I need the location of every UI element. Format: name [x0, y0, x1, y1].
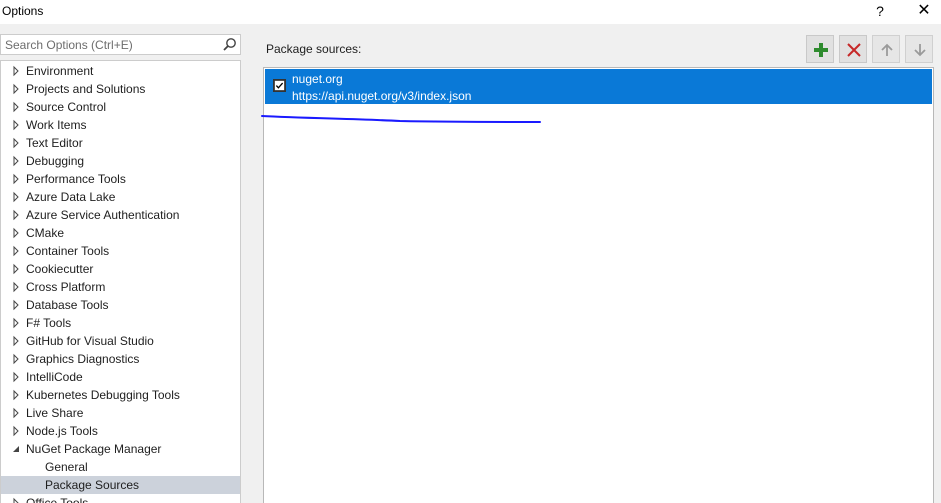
chevron-right-icon[interactable]	[11, 332, 21, 350]
tree-item-label: Projects and Solutions	[26, 82, 146, 96]
tree-item-environment[interactable]: Environment	[1, 62, 240, 80]
x-icon	[847, 43, 861, 57]
chevron-right-icon[interactable]	[11, 80, 21, 98]
tree-item-label: Database Tools	[26, 298, 109, 312]
tree-item-label: Source Control	[26, 100, 107, 114]
tree-item-label: Performance Tools	[26, 172, 126, 186]
move-up-button[interactable]	[872, 35, 900, 63]
chevron-right-icon[interactable]	[11, 404, 21, 422]
source-name: nuget.org	[292, 72, 343, 86]
tree-item-live-share[interactable]: Live Share	[1, 404, 240, 422]
tree-item-label: Environment	[26, 64, 94, 78]
tree-item-cross-platform[interactable]: Cross Platform	[1, 278, 240, 296]
tree-item-label: Live Share	[26, 406, 84, 420]
tree-item-label: Package Sources	[45, 478, 140, 492]
chevron-right-icon[interactable]	[11, 134, 21, 152]
tree-item-label: Node.js Tools	[26, 424, 98, 438]
tree-item-work-items[interactable]: Work Items	[1, 116, 240, 134]
window-title: Options	[2, 4, 44, 18]
tree-item-source-control[interactable]: Source Control	[1, 98, 240, 116]
chevron-right-icon[interactable]	[11, 368, 21, 386]
chevron-right-icon[interactable]	[11, 350, 21, 368]
move-down-button[interactable]	[905, 35, 933, 63]
tree-item-label: Cookiecutter	[26, 262, 94, 276]
tree-item-label: General	[45, 460, 88, 474]
tree-item-node-js-tools[interactable]: Node.js Tools	[1, 422, 240, 440]
chevron-right-icon[interactable]	[11, 494, 21, 503]
title-bar: Options ? ✕	[0, 0, 941, 24]
package-sources-list: nuget.org https://api.nuget.org/v3/index…	[263, 67, 934, 503]
plus-icon	[814, 43, 828, 57]
tree-item-azure-service-authentication[interactable]: Azure Service Authentication	[1, 206, 240, 224]
tree-item-projects-and-solutions[interactable]: Projects and Solutions	[1, 80, 240, 98]
tree-item-f-tools[interactable]: F# Tools	[1, 314, 240, 332]
source-enabled-checkbox[interactable]	[273, 79, 286, 92]
tree-item-database-tools[interactable]: Database Tools	[1, 296, 240, 314]
tree-item-label: IntelliCode	[26, 370, 83, 384]
tree-item-azure-data-lake[interactable]: Azure Data Lake	[1, 188, 240, 206]
tree-item-nuget-package-manager[interactable]: NuGet Package Manager	[1, 440, 240, 458]
tree-item-label: Office Tools	[26, 496, 89, 503]
tree-item-label: Azure Data Lake	[26, 190, 116, 204]
arrow-down-icon	[914, 44, 926, 57]
tree-item-package-sources[interactable]: Package Sources	[1, 476, 240, 494]
tree-item-general[interactable]: General	[1, 458, 240, 476]
tree-item-label: F# Tools	[26, 316, 72, 330]
tree-item-label: Text Editor	[26, 136, 83, 150]
chevron-right-icon[interactable]	[11, 98, 21, 116]
tree-item-container-tools[interactable]: Container Tools	[1, 242, 240, 260]
search-input[interactable]	[5, 35, 215, 54]
tree-item-cmake[interactable]: CMake	[1, 224, 240, 242]
chevron-right-icon[interactable]	[11, 188, 21, 206]
help-button[interactable]: ?	[865, 0, 895, 22]
chevron-right-icon[interactable]	[11, 314, 21, 332]
list-item[interactable]: nuget.org https://api.nuget.org/v3/index…	[265, 69, 932, 104]
remove-source-button[interactable]	[839, 35, 867, 63]
chevron-right-icon[interactable]	[11, 62, 21, 80]
chevron-right-icon[interactable]	[11, 116, 21, 134]
arrow-up-icon	[881, 43, 893, 56]
chevron-right-icon[interactable]	[11, 170, 21, 188]
tree-item-label: Container Tools	[26, 244, 110, 258]
tree-item-text-editor[interactable]: Text Editor	[1, 134, 240, 152]
tree-item-label: Debugging	[26, 154, 85, 168]
tree-item-label: NuGet Package Manager	[26, 442, 162, 456]
close-button[interactable]: ✕	[909, 0, 939, 22]
options-tree: Environment Projects and Solutions Source …	[0, 60, 241, 503]
chevron-right-icon[interactable]	[11, 242, 21, 260]
tree-item-graphics-diagnostics[interactable]: Graphics Diagnostics	[1, 350, 240, 368]
source-url: https://api.nuget.org/v3/index.json	[292, 89, 472, 103]
chevron-right-icon[interactable]	[11, 206, 21, 224]
tree-item-label: Graphics Diagnostics	[26, 352, 140, 366]
tree-item-github-for-visual-studio[interactable]: GitHub for Visual Studio	[1, 332, 240, 350]
chevron-right-icon[interactable]	[11, 152, 21, 170]
tree-item-office-tools[interactable]: Office Tools	[1, 494, 240, 503]
tree-item-debugging[interactable]: Debugging	[1, 152, 240, 170]
package-sources-label: Package sources:	[266, 42, 362, 56]
tree-item-label: CMake	[26, 226, 65, 240]
add-source-button[interactable]	[806, 35, 834, 63]
tree-item-performance-tools[interactable]: Performance Tools	[1, 170, 240, 188]
chevron-right-icon[interactable]	[11, 260, 21, 278]
chevron-right-icon[interactable]	[11, 296, 21, 314]
chevron-right-icon[interactable]	[11, 224, 21, 242]
chevron-right-icon[interactable]	[11, 278, 21, 296]
search-icon[interactable]	[222, 37, 237, 52]
chevron-right-icon[interactable]	[11, 422, 21, 440]
tree-item-kubernetes-debugging-tools[interactable]: Kubernetes Debugging Tools	[1, 386, 240, 404]
tree-item-intellicode[interactable]: IntelliCode	[1, 368, 240, 386]
chevron-down-icon[interactable]	[11, 440, 21, 458]
tree-item-label: GitHub for Visual Studio	[26, 334, 154, 348]
tree-item-label: Work Items	[26, 118, 87, 132]
tree-item-label: Cross Platform	[26, 280, 106, 294]
chevron-right-icon[interactable]	[11, 386, 21, 404]
tree-item-cookiecutter[interactable]: Cookiecutter	[1, 260, 240, 278]
search-box[interactable]	[0, 34, 241, 55]
tree-item-label: Azure Service Authentication	[26, 208, 180, 222]
tree-item-label: Kubernetes Debugging Tools	[26, 388, 180, 402]
